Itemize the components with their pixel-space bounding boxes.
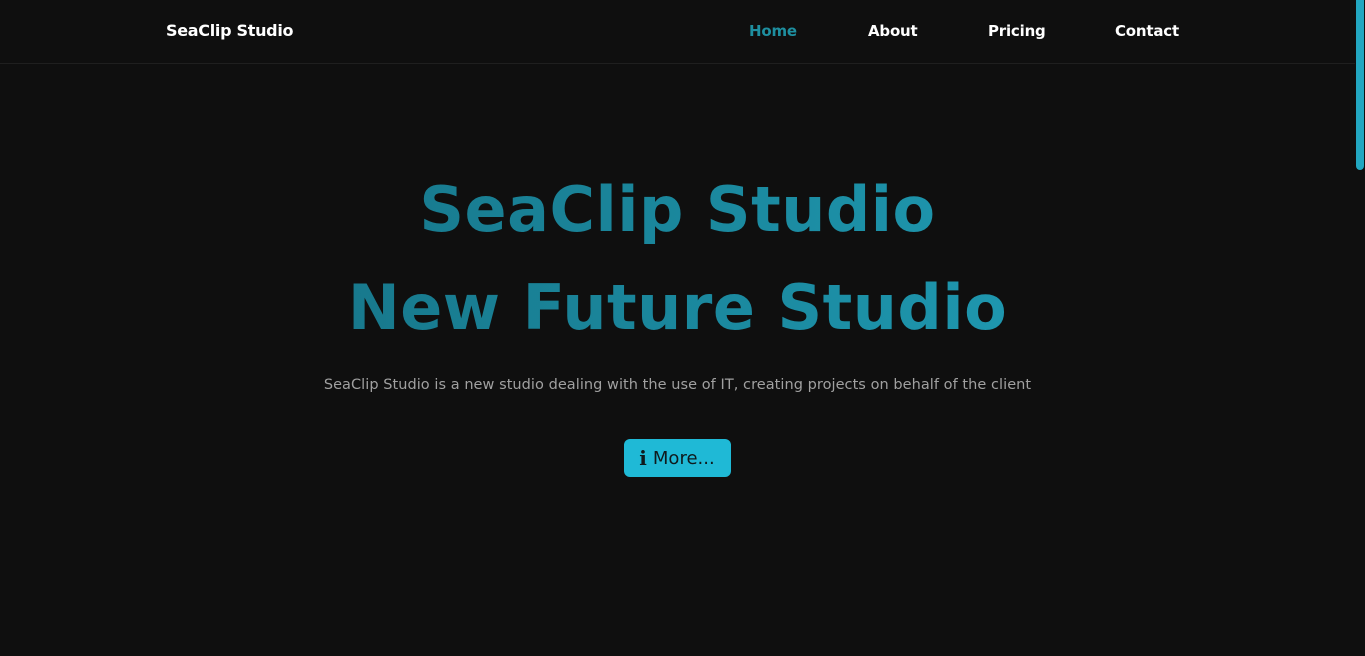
nav-link-pricing[interactable]: Pricing xyxy=(988,22,1046,40)
hero-subtitle: SeaClip Studio is a new studio dealing w… xyxy=(323,377,1032,393)
hero-headline-line-1: SeaClip Studio xyxy=(0,161,1355,259)
page: SeaClip Studio Home About Pricing Contac… xyxy=(0,0,1365,656)
scrollbar-thumb[interactable] xyxy=(1356,0,1364,170)
brand-logo-link[interactable]: SeaClip Studio xyxy=(166,21,294,40)
nav-link-home[interactable]: Home xyxy=(749,22,797,40)
nav-link-contact[interactable]: Contact xyxy=(1115,22,1179,40)
more-info-button[interactable]: i More... xyxy=(624,439,731,477)
hero-section: SeaClip Studio New Future Studio SeaClip… xyxy=(0,65,1355,477)
hero-headline-line-2: New Future Studio xyxy=(0,259,1355,357)
vertical-scrollbar[interactable] xyxy=(1355,0,1365,656)
nav-link-about[interactable]: About xyxy=(868,22,918,40)
info-icon: i xyxy=(639,446,647,470)
more-button-label: More... xyxy=(652,447,715,469)
top-navbar: SeaClip Studio Home About Pricing Contac… xyxy=(0,0,1355,64)
